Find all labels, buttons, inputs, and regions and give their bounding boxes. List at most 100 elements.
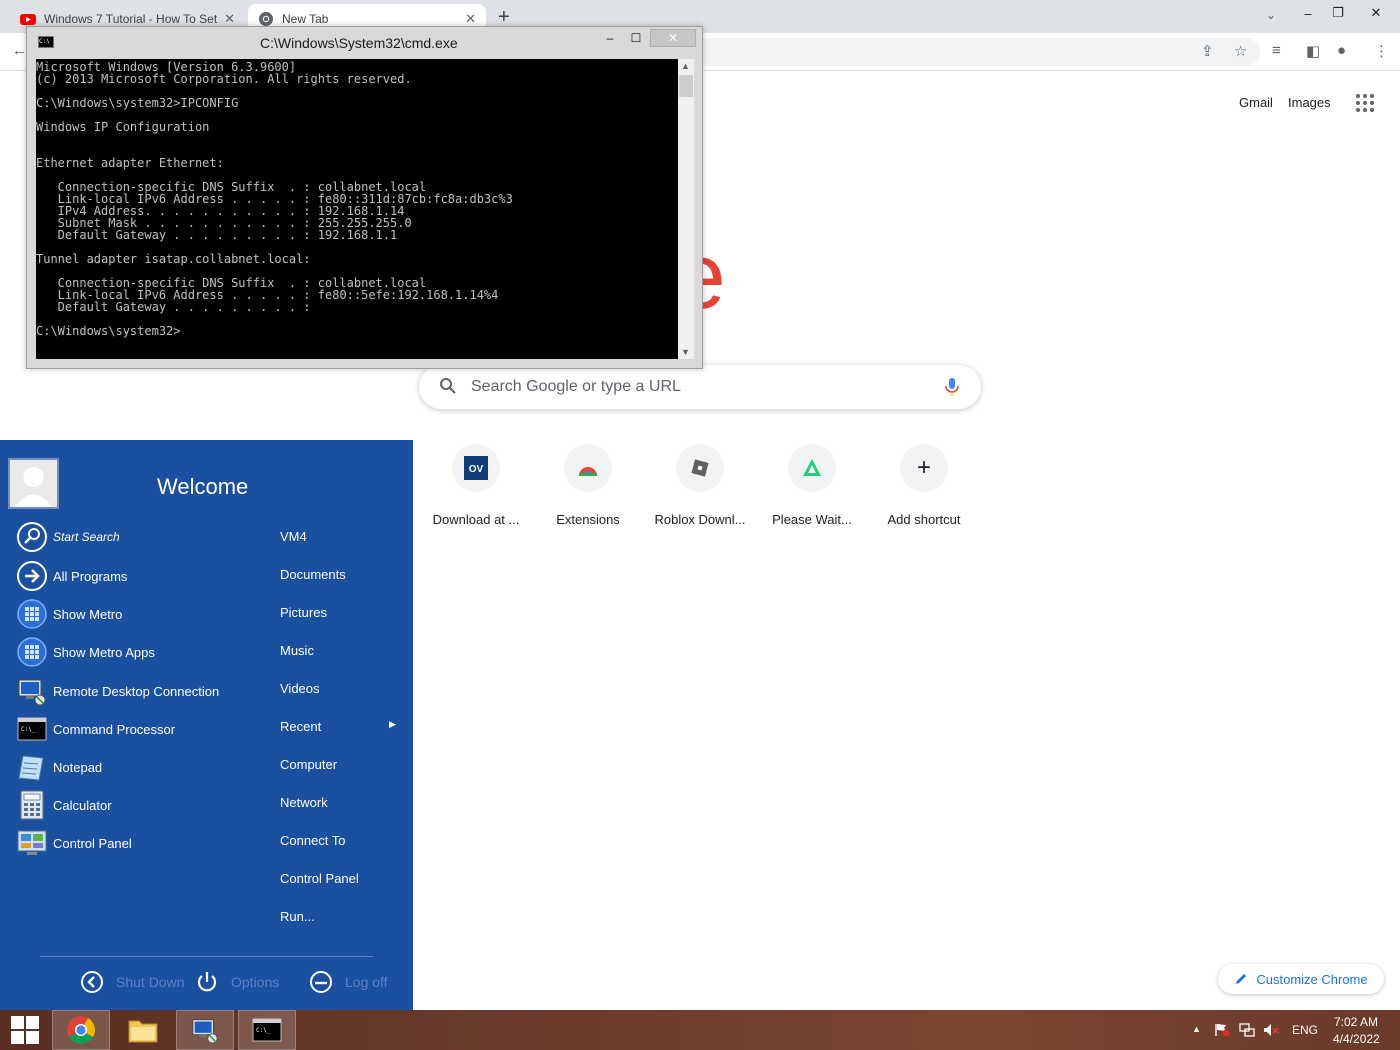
taskbar-chrome[interactable] bbox=[52, 1010, 110, 1050]
search-icon bbox=[440, 378, 456, 394]
right-item-pictures[interactable]: Pictures bbox=[280, 605, 327, 620]
right-item-run[interactable]: Run... bbox=[280, 909, 315, 924]
cmd-titlebar[interactable]: C:\ C:\Windows\System32\cmd.exe – ☐ ✕ bbox=[27, 27, 702, 59]
item-label: Show Metro bbox=[53, 606, 123, 622]
images-link[interactable]: Images bbox=[1288, 95, 1331, 110]
right-item-documents[interactable]: Documents bbox=[280, 567, 346, 582]
tab-close-icon[interactable]: ✕ bbox=[224, 11, 235, 27]
arrow-right-icon bbox=[17, 561, 47, 591]
show-metro-apps-item[interactable]: Show Metro Apps bbox=[15, 635, 155, 669]
shortcut-label: Extensions bbox=[556, 512, 620, 527]
scroll-down-icon[interactable]: ▼ bbox=[681, 347, 690, 357]
right-item-recent[interactable]: Recent bbox=[280, 719, 321, 734]
right-item-computer[interactable]: Computer bbox=[280, 757, 337, 772]
clock-time[interactable]: 7:02 AM bbox=[1334, 1015, 1378, 1029]
microphone-icon[interactable] bbox=[943, 377, 961, 397]
logoff-button[interactable]: Log off bbox=[309, 970, 388, 994]
shutdown-button[interactable]: Shut Down bbox=[80, 970, 184, 994]
roblox-icon bbox=[691, 459, 709, 477]
item-label: Show Metro Apps bbox=[53, 644, 155, 660]
profile-avatar-icon[interactable]: ● bbox=[1337, 42, 1346, 59]
menu-kebab-icon[interactable]: ⋮ bbox=[1374, 42, 1389, 60]
show-metro-item[interactable]: Show Metro bbox=[15, 597, 122, 631]
scroll-thumb[interactable] bbox=[679, 75, 693, 97]
shortcut-tile[interactable]: Extensions bbox=[532, 441, 644, 531]
options-label: Options bbox=[231, 974, 280, 990]
add-shortcut-tile[interactable]: + Add shortcut bbox=[868, 441, 980, 531]
tab-search-chevron-icon[interactable]: ⌄ bbox=[1266, 8, 1276, 22]
right-item-control-panel[interactable]: Control Panel bbox=[280, 871, 359, 886]
cmd-title: C:\Windows\System32\cmd.exe bbox=[260, 35, 458, 51]
shortcut-tile[interactable]: OV Download at ... bbox=[420, 441, 532, 531]
right-item-network[interactable]: Network bbox=[280, 795, 328, 810]
plus-icon: + bbox=[916, 454, 931, 481]
start-search-item[interactable]: Start Search bbox=[15, 520, 120, 554]
google-apps-icon[interactable] bbox=[1356, 94, 1374, 112]
control-panel-item[interactable]: Control Panel bbox=[15, 826, 132, 860]
shortcut-tile[interactable]: Roblox Downl... bbox=[644, 441, 756, 531]
calculator-icon bbox=[20, 790, 44, 820]
bookmark-star-icon[interactable]: ☆ bbox=[1234, 42, 1247, 60]
apkpure-icon bbox=[803, 459, 821, 476]
shortcut-label: Roblox Downl... bbox=[654, 512, 746, 527]
right-item-vm4[interactable]: VM4 bbox=[280, 529, 307, 544]
taskbar-remote-desktop[interactable] bbox=[176, 1010, 234, 1050]
language-indicator[interactable]: ENG bbox=[1292, 1023, 1318, 1037]
tab-close-icon[interactable]: ✕ bbox=[465, 11, 476, 27]
action-center-flag-icon[interactable] bbox=[1214, 1023, 1230, 1037]
volume-muted-icon[interactable] bbox=[1263, 1023, 1279, 1037]
svg-text:C:\_: C:\_ bbox=[21, 726, 36, 733]
right-item-music[interactable]: Music bbox=[280, 643, 314, 658]
right-item-connect-to[interactable]: Connect To bbox=[280, 833, 346, 848]
cmd-window[interactable]: C:\ C:\Windows\System32\cmd.exe – ☐ ✕ Mi… bbox=[26, 26, 703, 369]
console-line: C:\Windows\system32> bbox=[36, 324, 181, 338]
shortcut-label: Please Wait... bbox=[772, 512, 852, 527]
submenu-arrow-icon: ▶ bbox=[389, 719, 396, 729]
notepad-item[interactable]: Notepad bbox=[15, 750, 102, 784]
search-input[interactable] bbox=[471, 365, 931, 409]
customize-label: Customize Chrome bbox=[1256, 971, 1368, 987]
right-item-videos[interactable]: Videos bbox=[280, 681, 320, 696]
tab-title: New Tab bbox=[282, 11, 329, 26]
network-icon[interactable] bbox=[1239, 1023, 1255, 1037]
control-panel-icon bbox=[17, 830, 47, 855]
side-panel-icon[interactable]: ◧ bbox=[1306, 42, 1320, 60]
share-icon[interactable]: ⇪ bbox=[1201, 42, 1214, 60]
options-button[interactable]: Options bbox=[195, 970, 279, 994]
customize-chrome-button[interactable]: Customize Chrome bbox=[1218, 964, 1384, 994]
shortcut-label: Download at ... bbox=[432, 512, 520, 527]
clock-date[interactable]: 4/4/2022 bbox=[1333, 1032, 1380, 1046]
gmail-link[interactable]: Gmail bbox=[1239, 95, 1273, 110]
tab-title: Windows 7 Tutorial - How To Set bbox=[44, 11, 218, 26]
ov-icon: OV bbox=[464, 456, 488, 480]
start-button[interactable] bbox=[0, 1010, 50, 1050]
close-button[interactable]: ✕ bbox=[1352, 0, 1400, 26]
cmd-close-button[interactable]: ✕ bbox=[650, 29, 696, 47]
cmd-minimize-button[interactable]: – bbox=[599, 29, 621, 47]
shortcut-label: Add shortcut bbox=[887, 512, 961, 527]
google-searchbox[interactable] bbox=[419, 365, 981, 409]
cmd-scrollbar[interactable]: ▲ ▼ bbox=[678, 59, 694, 359]
reading-list-icon[interactable]: ≡ bbox=[1272, 42, 1281, 59]
power-icon bbox=[197, 972, 217, 992]
console-line: Default Gateway . . . . . . . . . : 192.… bbox=[36, 228, 398, 242]
welcome-heading: Welcome bbox=[157, 474, 249, 499]
cmd-icon: C:\_ bbox=[17, 717, 47, 741]
calculator-item[interactable]: Calculator bbox=[15, 788, 112, 822]
scroll-up-icon[interactable]: ▲ bbox=[681, 61, 690, 71]
shortcut-tile[interactable]: Please Wait... bbox=[756, 441, 868, 531]
all-programs-item[interactable]: All Programs bbox=[15, 559, 127, 593]
remote-desktop-icon bbox=[192, 1019, 218, 1044]
taskbar-file-explorer[interactable] bbox=[114, 1010, 172, 1050]
cmd-maximize-button[interactable]: ☐ bbox=[625, 29, 647, 47]
user-avatar[interactable] bbox=[8, 458, 59, 509]
tray-expand-arrow-icon[interactable]: ▲ bbox=[1192, 1024, 1201, 1034]
taskbar: C:\_ ▲ ENG 7:02 AM 4/4/2022 bbox=[0, 1010, 1400, 1050]
command-processor-item[interactable]: C:\_ Command Processor bbox=[15, 712, 175, 746]
cmd-console-output[interactable]: Microsoft Windows [Version 6.3.9600] (c) … bbox=[36, 59, 678, 359]
back-arrow-icon[interactable]: ← bbox=[12, 42, 27, 59]
item-label: Notepad bbox=[53, 759, 103, 775]
taskbar-cmd[interactable]: C:\_ bbox=[238, 1010, 296, 1050]
remote-desktop-item[interactable]: Remote Desktop Connection bbox=[15, 674, 219, 708]
